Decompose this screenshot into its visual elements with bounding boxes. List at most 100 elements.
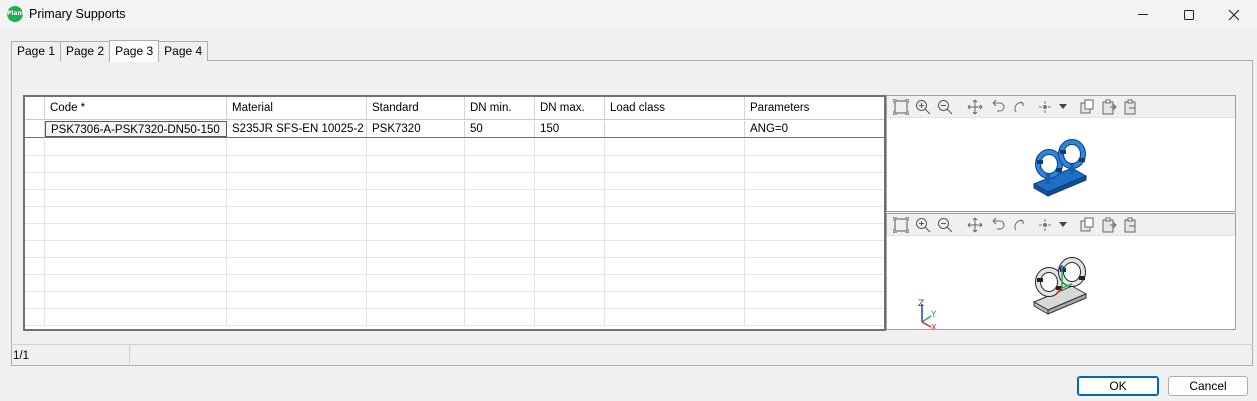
zoom-out-icon[interactable] bbox=[934, 215, 956, 235]
preview-view-wireframe[interactable]: Z Y X bbox=[886, 213, 1236, 332]
column-divider bbox=[604, 292, 605, 308]
status-divider bbox=[129, 345, 130, 366]
tab-page-4[interactable]: Page 4 bbox=[158, 41, 209, 61]
column-header-standard[interactable]: Standard bbox=[367, 97, 465, 119]
table-row[interactable]: PSK7306-A-PSK7320-DN50-150 S235JR SFS-EN… bbox=[25, 121, 884, 138]
tab-page-2[interactable]: Page 2 bbox=[60, 41, 111, 61]
rotate-right-icon[interactable] bbox=[1008, 215, 1030, 235]
zoom-extents-icon[interactable] bbox=[890, 97, 912, 117]
paste-icon[interactable] bbox=[1098, 215, 1120, 235]
empty-row[interactable] bbox=[25, 156, 884, 173]
column-divider bbox=[464, 139, 465, 155]
supports-grid[interactable]: Code * Material Standard DN min. DN max.… bbox=[23, 95, 886, 331]
column-divider bbox=[226, 224, 227, 240]
empty-row[interactable] bbox=[25, 139, 884, 156]
view-toolbar bbox=[887, 214, 1235, 236]
paste-icon[interactable] bbox=[1098, 97, 1120, 117]
cell-dn-max[interactable]: 150 bbox=[535, 121, 605, 137]
column-divider bbox=[366, 207, 367, 223]
cell-parameters[interactable]: ANG=0 bbox=[745, 121, 884, 137]
tab-page-3[interactable]: Page 3 bbox=[109, 40, 160, 62]
rotate-left-icon[interactable] bbox=[986, 215, 1008, 235]
column-divider bbox=[44, 309, 45, 325]
minimize-button[interactable] bbox=[1120, 0, 1166, 29]
column-divider bbox=[744, 224, 745, 240]
empty-row[interactable] bbox=[25, 224, 884, 241]
column-header-load-class[interactable]: Load class bbox=[605, 97, 745, 119]
column-divider bbox=[226, 241, 227, 257]
cell-standard[interactable]: PSK7320 bbox=[367, 121, 465, 137]
rotate-left-icon[interactable] bbox=[986, 97, 1008, 117]
column-divider bbox=[44, 156, 45, 172]
column-divider bbox=[226, 292, 227, 308]
empty-row[interactable] bbox=[25, 292, 884, 309]
ok-button[interactable]: OK bbox=[1077, 376, 1159, 396]
column-divider bbox=[464, 224, 465, 240]
column-divider bbox=[226, 258, 227, 274]
empty-row[interactable] bbox=[25, 241, 884, 258]
column-divider bbox=[44, 207, 45, 223]
dropdown-icon[interactable] bbox=[1056, 97, 1070, 117]
maximize-button[interactable] bbox=[1166, 0, 1212, 29]
column-header-dn-max[interactable]: DN max. bbox=[535, 97, 605, 119]
column-header-code[interactable]: Code * bbox=[45, 97, 227, 119]
empty-row[interactable] bbox=[25, 190, 884, 207]
zoom-out-icon[interactable] bbox=[934, 97, 956, 117]
export-icon[interactable] bbox=[1120, 215, 1142, 235]
column-divider bbox=[534, 241, 535, 257]
empty-row[interactable] bbox=[25, 275, 884, 292]
column-divider bbox=[744, 241, 745, 257]
column-divider bbox=[366, 292, 367, 308]
column-divider bbox=[464, 292, 465, 308]
empty-row[interactable] bbox=[25, 258, 884, 275]
close-button[interactable] bbox=[1211, 0, 1257, 29]
zoom-in-icon[interactable] bbox=[912, 97, 934, 117]
view-point-icon[interactable] bbox=[1034, 215, 1056, 235]
column-divider bbox=[226, 173, 227, 189]
column-divider bbox=[226, 207, 227, 223]
export-icon[interactable] bbox=[1120, 97, 1142, 117]
column-divider bbox=[44, 275, 45, 291]
title-bar: Plant Primary Supports bbox=[0, 0, 1257, 29]
row-header[interactable] bbox=[25, 121, 45, 137]
cancel-button[interactable]: Cancel bbox=[1168, 376, 1248, 396]
rotate-right-icon[interactable] bbox=[1008, 97, 1030, 117]
copy-icon[interactable] bbox=[1076, 215, 1098, 235]
column-header-dn-min[interactable]: DN min. bbox=[465, 97, 535, 119]
pan-icon[interactable] bbox=[964, 215, 986, 235]
column-divider bbox=[366, 173, 367, 189]
app-logo-icon: Plant bbox=[7, 6, 25, 22]
column-divider bbox=[534, 258, 535, 274]
empty-row[interactable] bbox=[25, 173, 884, 190]
column-header-material[interactable]: Material bbox=[227, 97, 367, 119]
column-divider bbox=[744, 156, 745, 172]
cell-code[interactable]: PSK7306-A-PSK7320-DN50-150 bbox=[45, 121, 227, 137]
zoom-in-icon[interactable] bbox=[912, 215, 934, 235]
copy-icon[interactable] bbox=[1076, 97, 1098, 117]
column-divider bbox=[226, 275, 227, 291]
support-model-wireframe: Z Y X bbox=[918, 257, 1088, 332]
pan-icon[interactable] bbox=[964, 97, 986, 117]
column-divider bbox=[366, 309, 367, 325]
column-divider bbox=[604, 275, 605, 291]
column-divider bbox=[534, 224, 535, 240]
cell-material[interactable]: S235JR SFS-EN 10025-2 bbox=[227, 121, 367, 137]
column-header-parameters[interactable]: Parameters bbox=[745, 97, 884, 119]
column-divider bbox=[366, 224, 367, 240]
column-divider bbox=[534, 190, 535, 206]
column-divider bbox=[744, 139, 745, 155]
column-divider bbox=[604, 156, 605, 172]
cell-load-class[interactable] bbox=[605, 121, 745, 137]
axis-y-label: Y bbox=[930, 310, 937, 320]
tab-page-1[interactable]: Page 1 bbox=[11, 41, 62, 61]
empty-row[interactable] bbox=[25, 207, 884, 224]
cell-dn-min[interactable]: 50 bbox=[465, 121, 535, 137]
column-divider bbox=[366, 241, 367, 257]
preview-view-shaded[interactable] bbox=[886, 95, 1236, 212]
column-divider bbox=[226, 309, 227, 325]
column-divider bbox=[744, 173, 745, 189]
view-point-icon[interactable] bbox=[1034, 97, 1056, 117]
zoom-extents-icon[interactable] bbox=[890, 215, 912, 235]
empty-row[interactable] bbox=[25, 309, 884, 326]
dropdown-icon[interactable] bbox=[1056, 215, 1070, 235]
